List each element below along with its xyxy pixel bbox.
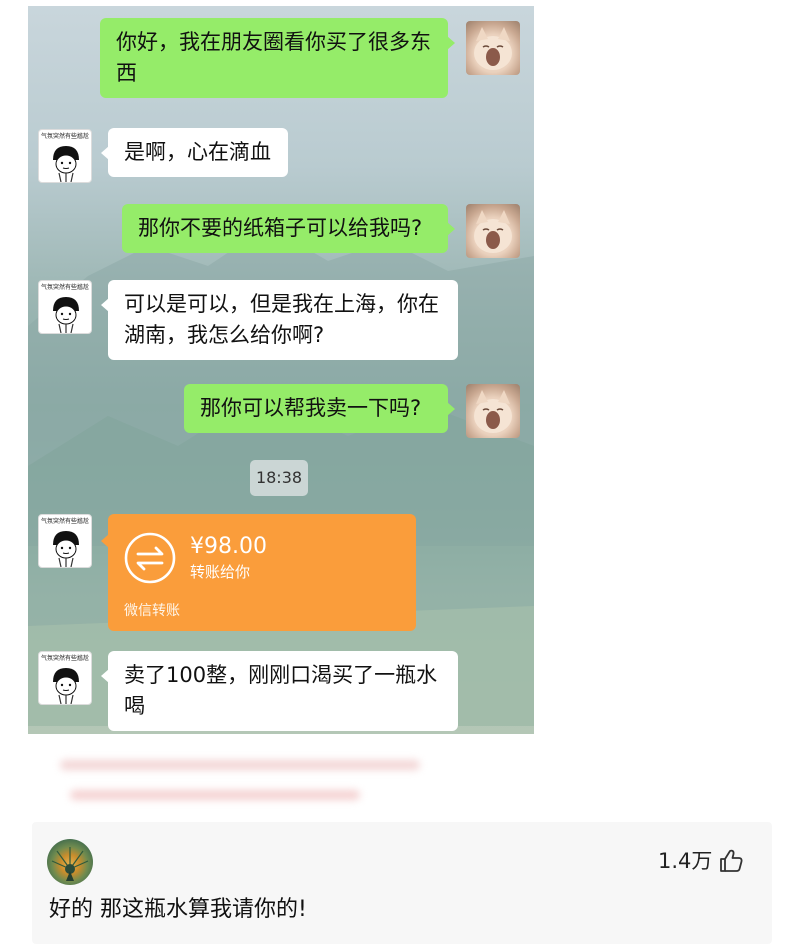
comment-card: 1.4万 好的 那这瓶水算我请你的! [32, 822, 772, 944]
blurred-text-strip [70, 790, 360, 800]
chat-screenshot: 你好，我在朋友圈看你买了很多东西 气氛突然有些尴尬 是啊，心在滴血 那你不要的纸… [28, 6, 534, 734]
chat-message-incoming[interactable]: 是啊，心在滴血 [101, 128, 288, 177]
blurred-text-strip [60, 760, 420, 770]
my-avatar[interactable] [466, 204, 520, 258]
chat-message-outgoing[interactable]: 那你可以帮我卖一下吗? [184, 384, 455, 433]
thumbs-up-icon[interactable] [718, 848, 744, 874]
transfer-amount: ¥98.00 [190, 534, 267, 559]
friend-avatar[interactable]: 气氛突然有些尴尬 [38, 280, 92, 334]
friend-avatar[interactable]: 气氛突然有些尴尬 [38, 129, 92, 183]
meme-face-icon [53, 297, 79, 333]
commenter-avatar[interactable] [47, 839, 93, 885]
chat-timestamp: 18:38 [250, 460, 308, 496]
transfer-arrows-icon [124, 532, 176, 584]
meme-face-icon [53, 146, 79, 182]
my-avatar[interactable] [466, 384, 520, 438]
like-count: 1.4万 [658, 849, 713, 873]
transfer-subtitle: 转账给你 [190, 563, 251, 581]
cat-icon [474, 27, 512, 70]
chat-message-outgoing[interactable]: 你好，我在朋友圈看你买了很多东西 [100, 18, 455, 98]
cat-icon [474, 210, 512, 253]
friend-avatar[interactable]: 气氛突然有些尴尬 [38, 651, 92, 705]
peacock-icon [51, 847, 89, 881]
friend-avatar[interactable]: 气氛突然有些尴尬 [38, 514, 92, 568]
chat-message-outgoing[interactable]: 那你不要的纸箱子可以给我吗? [122, 204, 455, 253]
transfer-footer: 微信转账 [124, 603, 180, 619]
comment-text: 好的 那这瓶水算我请你的! [49, 897, 307, 922]
meme-face-icon [53, 531, 79, 567]
money-transfer-card[interactable]: ¥98.00 转账给你 微信转账 [101, 514, 416, 631]
cat-icon [474, 390, 512, 433]
meme-face-icon [53, 668, 79, 704]
chat-message-incoming[interactable]: 可以是可以，但是我在上海，你在湖南，我怎么给你啊? [101, 280, 458, 360]
chat-message-incoming[interactable]: 卖了100整，刚刚口渴买了一瓶水喝 [101, 651, 458, 731]
my-avatar[interactable] [466, 21, 520, 75]
